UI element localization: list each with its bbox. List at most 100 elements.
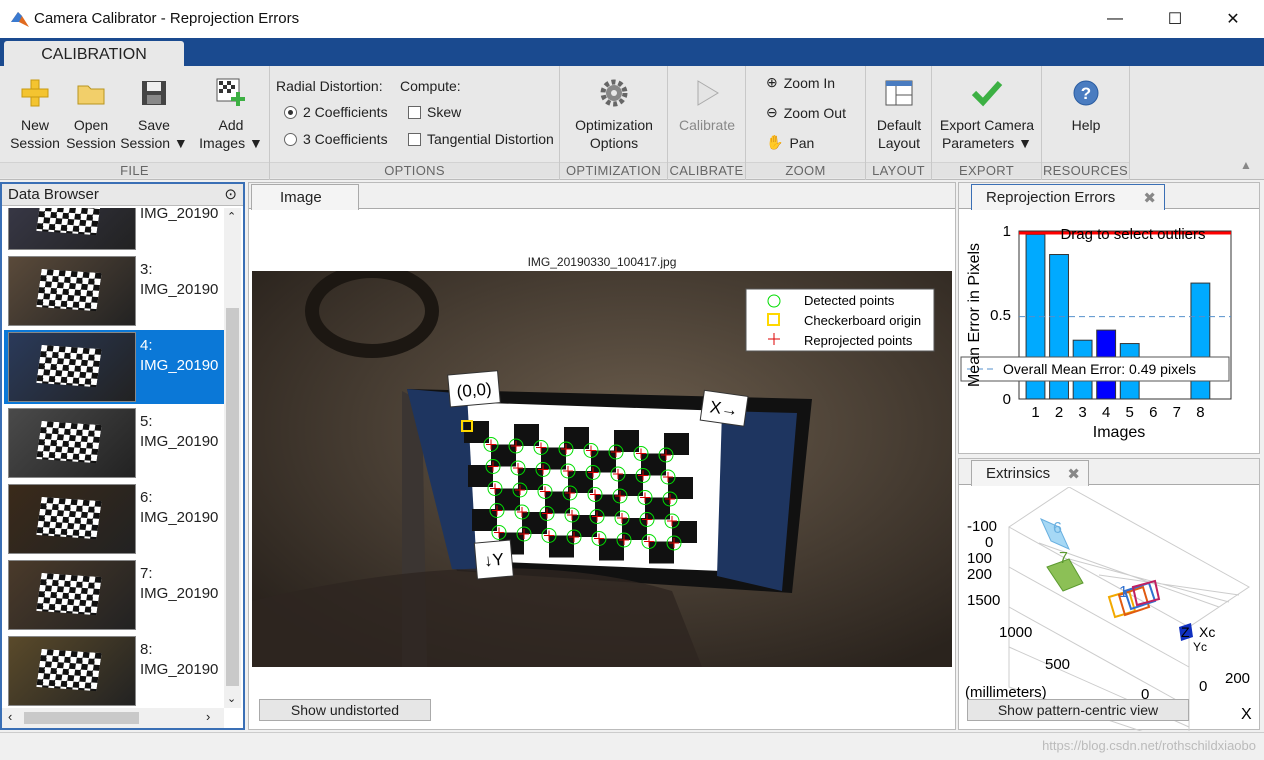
- calibrate-label: Calibrate: [678, 117, 736, 133]
- tab-calibration[interactable]: CALIBRATION: [4, 41, 184, 68]
- x-axis-label: X→: [709, 397, 740, 420]
- thumbnail-name: IMG_20190: [140, 433, 219, 450]
- bar: [1190, 282, 1211, 400]
- thumbnail-list: 2:IMG_20190 3: IMG_20190 4: IMG_20190 5: IMG_2…: [2, 208, 224, 708]
- thumbnail-index: 3:: [140, 261, 153, 278]
- checkbox-icon: [408, 105, 421, 119]
- layout-section: Default Layout LAYOUT: [866, 66, 932, 180]
- x-tick-label: 5: [1126, 404, 1134, 421]
- pan-label: Pan: [789, 134, 815, 151]
- tab-reprojection-errors[interactable]: Reprojection Errors ✖: [971, 184, 1165, 210]
- x-tick-label: 7: [1173, 404, 1181, 421]
- checker-square: [649, 541, 674, 564]
- pattern-6-label: 6: [1053, 520, 1062, 537]
- close-tab-icon[interactable]: ✖: [1143, 189, 1156, 207]
- chevron-down-icon[interactable]: ⊙: [224, 184, 237, 206]
- data-browser-panel: Data Browser ⊙ 2:IMG_20190 3: IMG_20190 4: I…: [0, 182, 245, 730]
- export-section: Export Camera Parameters ▼ EXPORT: [932, 66, 1042, 180]
- list-item[interactable]: 3: IMG_20190: [4, 254, 224, 328]
- save-session-label-2: Session ▼: [120, 135, 188, 151]
- tab-extrinsics[interactable]: Extrinsics ✖: [971, 460, 1089, 486]
- tick-top-3: 200: [967, 566, 992, 583]
- thumbnail-image: [8, 256, 136, 326]
- reprojection-bar-chart[interactable]: 1 2 3 4 5 6 7 800.51 Drag to select outliersOver…: [959, 211, 1259, 453]
- tick-z-2: 500: [1045, 656, 1070, 673]
- help-label: Help: [1071, 117, 1101, 133]
- open-session-label-2: Session: [66, 135, 116, 151]
- default-layout-button[interactable]: Default Layout: [868, 76, 930, 152]
- pan-button[interactable]: ✋ Pan: [766, 134, 814, 151]
- title-bar: Camera Calibrator - Reprojection Errors …: [0, 0, 1264, 38]
- close-tab-icon[interactable]: ✖: [1067, 465, 1080, 483]
- hscroll-thumb[interactable]: [24, 712, 139, 724]
- thumbnail-label: 4: IMG_20190: [140, 336, 224, 376]
- coeff2-label: 2 Coefficients: [303, 104, 388, 120]
- scroll-right-icon[interactable]: ›: [206, 709, 210, 724]
- scroll-up-icon[interactable]: ⌃: [227, 210, 236, 223]
- gear-icon: [597, 76, 631, 110]
- extrinsics-3d-plot[interactable]: -100 0 100 200 1500 1000 500 0 0 200 (mi…: [959, 487, 1259, 731]
- radio-2-coefficients[interactable]: 2 Coefficients: [284, 104, 388, 120]
- file-section: New Session Open Session Save Session ▼ …: [0, 66, 270, 180]
- help-button[interactable]: ? Help: [1046, 76, 1126, 134]
- scroll-down-icon[interactable]: ⌄: [227, 692, 236, 705]
- checkbox-icon: [408, 132, 421, 146]
- tick-x-0: 0: [1199, 678, 1207, 695]
- tick-z-0: 1500: [967, 592, 1000, 609]
- optimization-label-2: Options: [589, 135, 639, 151]
- scroll-left-icon[interactable]: ‹: [8, 709, 12, 724]
- new-session-button[interactable]: New Session: [8, 76, 62, 152]
- tangential-checkbox[interactable]: Tangential Distortion: [408, 131, 554, 147]
- show-pattern-centric-button[interactable]: Show pattern-centric view: [967, 699, 1189, 721]
- x-axis-label: X: [1241, 706, 1252, 723]
- radio-3-coefficients[interactable]: 3 Coefficients: [284, 131, 388, 147]
- minimize-button[interactable]: —: [1086, 0, 1144, 38]
- resources-section: ? Help RESOURCES: [1042, 66, 1130, 180]
- list-item[interactable]: 7: IMG_20190: [4, 558, 224, 632]
- list-item[interactable]: 4: IMG_20190: [4, 330, 224, 404]
- mean-legend-label: Overall Mean Error: 0.49 pixels: [1003, 361, 1196, 377]
- tick-top-1: 0: [985, 534, 993, 551]
- extrinsics-panel: Extrinsics ✖ -100 0 100 200 1500 1000 50…: [958, 458, 1260, 731]
- export-camera-parameters-button[interactable]: Export Camera Parameters ▼: [936, 76, 1038, 152]
- list-item[interactable]: 6: IMG_20190: [4, 482, 224, 556]
- x-tick-label: 1: [1031, 404, 1039, 421]
- horizontal-scrollbar[interactable]: ‹ ›: [2, 708, 224, 728]
- y-axis-title: Mean Error in Pixels: [966, 243, 983, 387]
- radio-selected-icon: [284, 105, 297, 119]
- calibrate-button[interactable]: Calibrate: [672, 76, 742, 134]
- add-images-button[interactable]: Add Images ▼: [196, 76, 266, 152]
- optimization-options-button[interactable]: Optimization Options: [564, 76, 664, 152]
- scrollbar-thumb[interactable]: [226, 308, 239, 686]
- vertical-scrollbar[interactable]: ⌃ ⌄: [224, 208, 241, 708]
- tab-image[interactable]: Image: [251, 184, 359, 210]
- checker-square: [672, 521, 697, 543]
- optimization-label-1: Optimization: [575, 117, 653, 133]
- skew-checkbox[interactable]: Skew: [408, 104, 461, 120]
- add-images-icon: [214, 76, 248, 110]
- thumbnail-image: [8, 560, 136, 630]
- collapse-ribbon-icon[interactable]: ▲: [1240, 158, 1252, 172]
- open-session-button[interactable]: Open Session: [64, 76, 118, 152]
- show-undistorted-button[interactable]: Show undistorted: [259, 699, 431, 721]
- help-icon: ?: [1069, 76, 1103, 110]
- add-images-label-2: Images ▼: [199, 135, 263, 151]
- radial-distortion-label: Radial Distortion:: [276, 78, 383, 94]
- skew-label: Skew: [427, 104, 462, 120]
- list-item[interactable]: 8: IMG_20190: [4, 634, 224, 708]
- radio-unselected-icon: [284, 132, 297, 146]
- close-button[interactable]: ✕: [1204, 0, 1262, 38]
- list-item[interactable]: 2:IMG_20190: [4, 208, 224, 252]
- camera-y-label: Yc: [1193, 640, 1207, 654]
- zoom-section: ⊕ Zoom In ⊖ Zoom Out ✋ Pan ZOOM: [746, 66, 866, 180]
- zoom-in-button[interactable]: ⊕ Zoom In: [766, 74, 835, 91]
- save-session-button[interactable]: Save Session ▼: [120, 76, 188, 152]
- list-item[interactable]: 5: IMG_20190: [4, 406, 224, 480]
- camera-z-label: Z: [1181, 624, 1190, 640]
- calibration-image[interactable]: Detected points Checkerboard origin Repr…: [252, 271, 952, 667]
- maximize-button[interactable]: ☐: [1146, 0, 1204, 38]
- checkmark-icon: [970, 76, 1004, 110]
- layout-label-1: Default: [876, 117, 922, 133]
- zoom-out-button[interactable]: ⊖ Zoom Out: [766, 104, 846, 121]
- x-tick-label: 2: [1055, 404, 1063, 421]
